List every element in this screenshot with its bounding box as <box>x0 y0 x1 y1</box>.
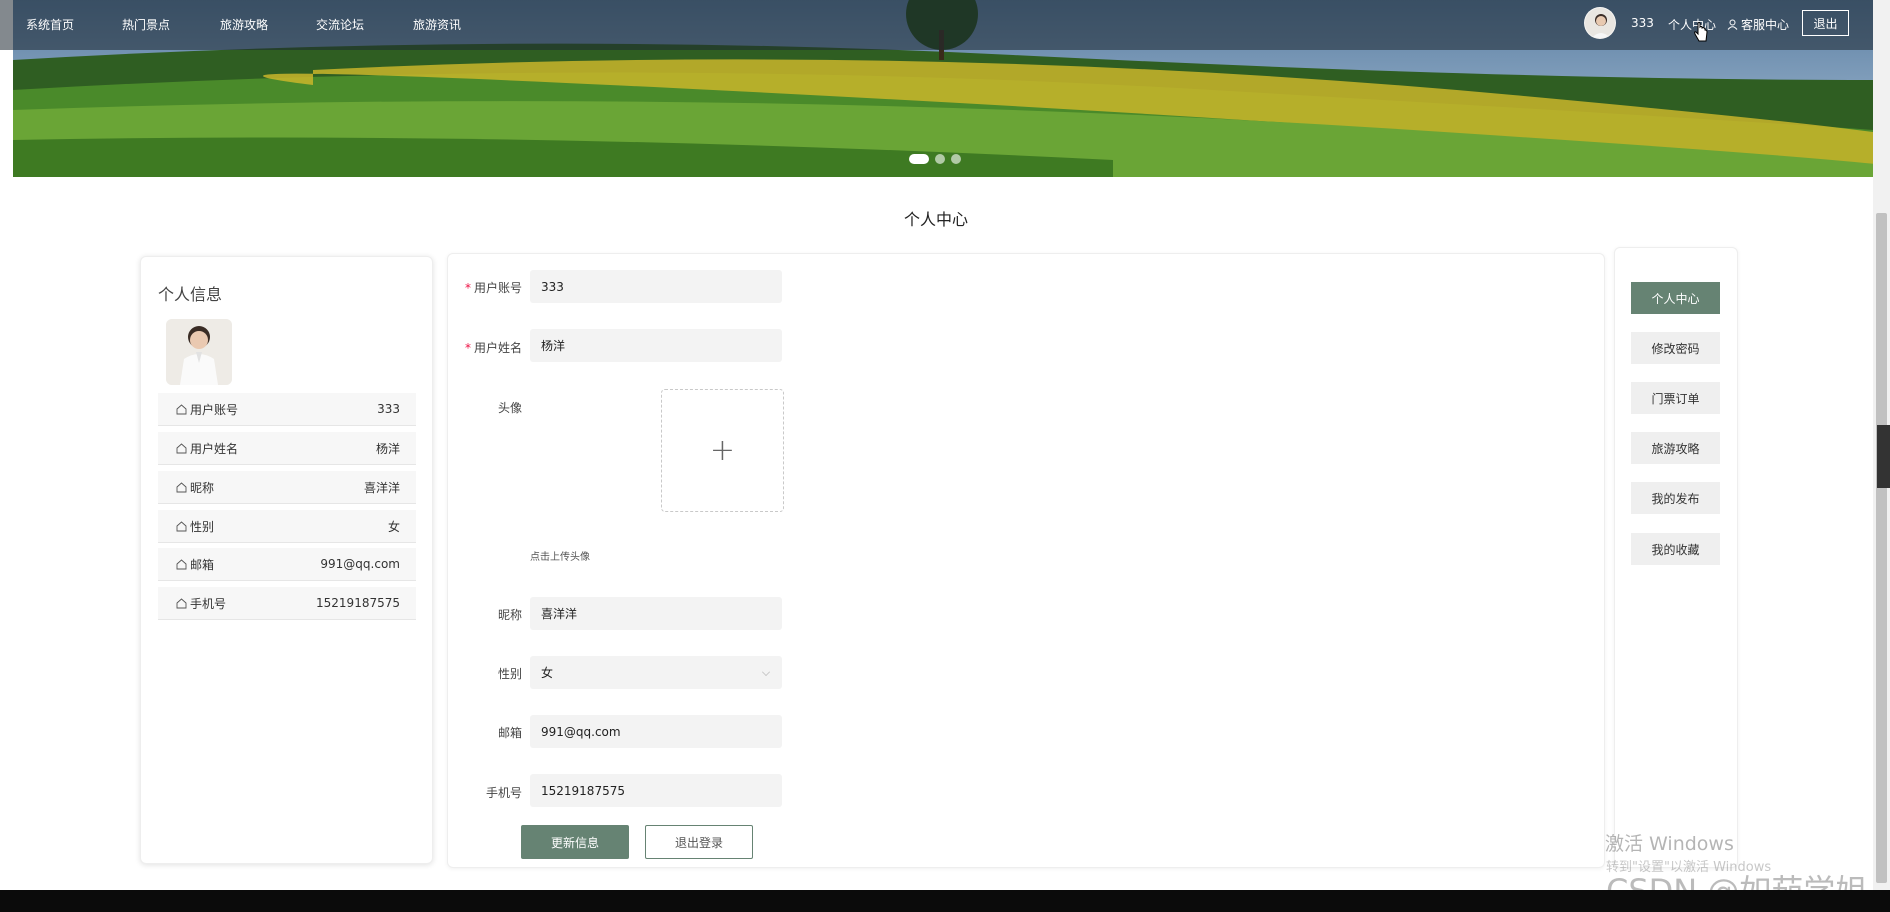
profile-row-value: 喜洋洋 <box>363 480 400 495</box>
avatar-upload[interactable]: + <box>661 389 784 512</box>
avatar-image <box>1591 14 1611 38</box>
gender-select[interactable]: 女 <box>530 656 782 689</box>
required-mark: * <box>464 281 471 295</box>
taskbar <box>0 890 1890 912</box>
profile-row-gender: 性别 女 <box>158 510 416 543</box>
profile-row-label: 昵称 <box>190 480 215 495</box>
page: 系统首页 热门景点 旅游攻略 交流论坛 旅游资讯 333 个人中心 客服中心 退… <box>0 0 1890 912</box>
user-icon <box>1727 19 1738 30</box>
profile-row-label: 用户姓名 <box>190 441 239 456</box>
profile-photo-image <box>166 319 232 385</box>
chevron-down-icon <box>762 668 770 676</box>
home-icon <box>176 481 187 492</box>
profile-row-label: 性别 <box>190 519 215 534</box>
customer-service-label: 客服中心 <box>1741 18 1790 32</box>
carousel-dot[interactable] <box>909 154 929 164</box>
home-icon <box>176 520 187 531</box>
side-panel-handle[interactable] <box>1877 425 1890 488</box>
email-label: 邮箱 <box>497 726 522 740</box>
profile-row-value: 15219187575 <box>316 596 400 610</box>
update-info-button[interactable]: 更新信息 <box>521 825 629 859</box>
top-nav: 系统首页 热门景点 旅游攻略 交流论坛 旅游资讯 333 个人中心 客服中心 退… <box>0 0 1873 50</box>
nav-item-home[interactable]: 系统首页 <box>26 16 74 33</box>
menu-my-posts[interactable]: 我的发布 <box>1631 482 1720 514</box>
logout-button[interactable]: 退出 <box>1802 10 1849 36</box>
profile-row-account: 用户账号 333 <box>158 393 416 426</box>
profile-row-value: 991@qq.com <box>320 557 400 571</box>
phone-input[interactable]: 15219187575 <box>530 774 782 807</box>
phone-label: 手机号 <box>485 786 522 800</box>
menu-my-favorites[interactable]: 我的收藏 <box>1631 533 1720 565</box>
menu-change-password[interactable]: 修改密码 <box>1631 332 1720 364</box>
section-title: 个人中心 <box>904 210 969 229</box>
profile-heading: 个人信息 <box>158 285 223 304</box>
profile-photo <box>166 319 232 385</box>
name-label: * 用户姓名 <box>442 339 522 356</box>
account-input[interactable]: 333 <box>530 270 782 303</box>
avatar-label: 头像 <box>497 401 522 415</box>
profile-row-name: 用户姓名 杨洋 <box>158 432 416 465</box>
name-label-text: 用户姓名 <box>473 341 522 355</box>
carousel-dot[interactable] <box>935 154 945 164</box>
nav-username: 333 <box>1631 16 1654 30</box>
carousel-dots <box>909 154 961 164</box>
nav-item-forum[interactable]: 交流论坛 <box>316 16 364 33</box>
activate-windows-title: 激活 Windows <box>1605 833 1734 855</box>
menu-personal-center[interactable]: 个人中心 <box>1631 282 1720 314</box>
account-label-text: 用户账号 <box>473 281 522 295</box>
nav-customer-service[interactable]: 客服中心 <box>1727 16 1789 33</box>
plus-icon: + <box>709 433 736 468</box>
profile-row-value: 杨洋 <box>375 441 400 456</box>
logout-account-button[interactable]: 退出登录 <box>645 825 753 859</box>
home-icon <box>176 558 187 569</box>
profile-row-label: 邮箱 <box>190 557 215 572</box>
home-icon <box>176 403 187 414</box>
nav-item-news[interactable]: 旅游资讯 <box>413 16 461 33</box>
required-mark: * <box>464 341 471 355</box>
menu-ticket-orders[interactable]: 门票订单 <box>1631 382 1720 414</box>
upload-hint: 点击上传头像 <box>530 552 590 563</box>
home-icon <box>176 597 187 608</box>
account-label: * 用户账号 <box>442 279 522 296</box>
hand-cursor-icon <box>1694 22 1708 42</box>
profile-row-value: 333 <box>377 402 400 416</box>
gender-select-value: 女 <box>541 666 554 680</box>
profile-row-label: 用户账号 <box>190 402 239 417</box>
email-input[interactable]: 991@qq.com <box>530 715 782 748</box>
name-input[interactable]: 杨洋 <box>530 329 782 362</box>
gender-label: 性别 <box>497 667 522 681</box>
nav-item-guides[interactable]: 旅游攻略 <box>220 16 268 33</box>
user-avatar[interactable] <box>1584 7 1616 39</box>
profile-row-email: 邮箱 991@qq.com <box>158 548 416 581</box>
nickname-label: 昵称 <box>497 608 522 622</box>
profile-row-label: 手机号 <box>190 596 227 611</box>
home-icon <box>176 442 187 453</box>
profile-row-nickname: 昵称 喜洋洋 <box>158 471 416 504</box>
profile-row-phone: 手机号 15219187575 <box>158 587 416 620</box>
nav-item-attractions[interactable]: 热门景点 <box>122 16 170 33</box>
scrollbar-thumb[interactable] <box>1876 213 1887 883</box>
menu-travel-guides[interactable]: 旅游攻略 <box>1631 432 1720 464</box>
carousel-dot[interactable] <box>951 154 961 164</box>
profile-row-value: 女 <box>387 519 400 534</box>
nickname-input[interactable]: 喜洋洋 <box>530 597 782 630</box>
